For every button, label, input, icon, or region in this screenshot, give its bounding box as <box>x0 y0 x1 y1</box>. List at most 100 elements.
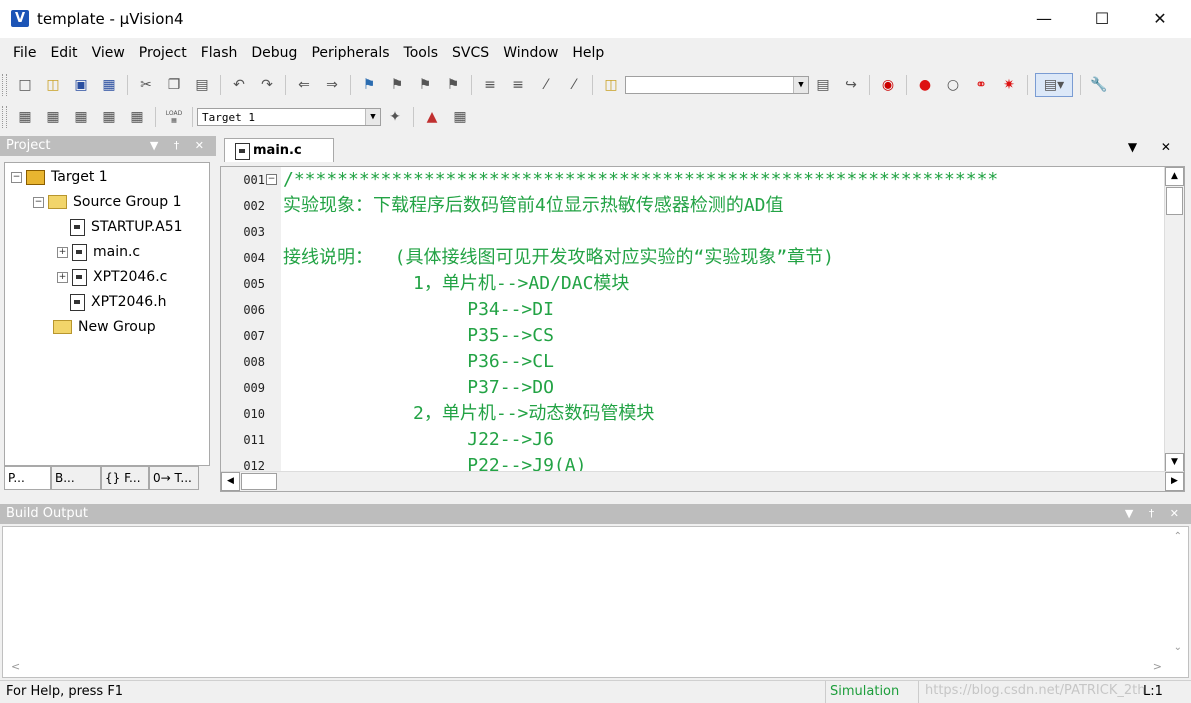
rebuild-icon[interactable]: ▦ <box>70 106 92 128</box>
kill-all-breakpoints-icon[interactable]: ✷ <box>998 74 1020 96</box>
menu-edit[interactable]: Edit <box>43 38 84 68</box>
code-line: 008 P36-->CL <box>221 349 1165 375</box>
tree-file-xpt2046c[interactable]: + XPT2046.c <box>57 266 167 288</box>
chevron-down-icon[interactable]: ▼ <box>365 109 380 125</box>
line-number: 009 <box>243 381 265 395</box>
nav-back-icon[interactable]: ⇐ <box>293 74 315 96</box>
status-cursor-position: L:1 <box>1143 684 1163 699</box>
uncomment-icon[interactable]: ⁄ <box>563 74 585 96</box>
open-folder-icon[interactable]: ◫ <box>42 74 64 96</box>
find-icon[interactable]: ▤ <box>812 74 834 96</box>
expand-icon[interactable]: + <box>57 246 68 258</box>
breakpoint-icon[interactable]: ● <box>914 74 936 96</box>
target-options-icon[interactable]: ✦ <box>384 106 406 128</box>
save-all-icon[interactable]: ▦ <box>98 74 120 96</box>
scroll-right-icon[interactable]: ▶ <box>1165 472 1184 491</box>
panel-controls[interactable]: ▼ † ✕ <box>150 136 210 156</box>
collapse-icon[interactable]: − <box>33 196 44 208</box>
status-help-text: For Help, press F1 <box>6 684 124 699</box>
paste-icon[interactable]: ▤ <box>191 74 213 96</box>
tree-target[interactable]: − Target 1 <box>11 166 108 188</box>
download-load-icon[interactable]: LOAD ▦ <box>163 106 185 128</box>
find-combo[interactable]: ▼ <box>625 76 809 94</box>
scroll-thumb[interactable] <box>1166 187 1183 215</box>
tab-main-c[interactable]: main.c <box>224 138 334 162</box>
toolbar-grip[interactable] <box>2 74 7 96</box>
find-in-files-icon[interactable]: ◫ <box>600 74 622 96</box>
scroll-up-icon[interactable]: ⌃ <box>1174 531 1182 542</box>
scroll-down-icon[interactable]: ▼ <box>1165 453 1184 472</box>
translate-icon[interactable]: ▦ <box>14 106 36 128</box>
menu-svcs[interactable]: SVCS <box>445 38 496 68</box>
tree-file-main[interactable]: + main.c <box>57 241 140 263</box>
scroll-right-icon[interactable]: > <box>1153 660 1162 673</box>
expand-icon[interactable]: + <box>57 271 68 283</box>
tab-functions[interactable]: {} F... <box>101 466 149 490</box>
tree-source-group[interactable]: − Source Group 1 <box>33 191 182 213</box>
maximize-button[interactable]: ☐ <box>1073 0 1131 38</box>
incremental-find-icon[interactable]: ↪ <box>840 74 862 96</box>
stop-build-icon[interactable]: ▦ <box>126 106 148 128</box>
save-icon[interactable]: ▣ <box>70 74 92 96</box>
bookmark-icon[interactable]: ⚑ <box>358 74 380 96</box>
editor-controls[interactable]: ▼ ✕ <box>1128 140 1181 154</box>
comment-icon[interactable]: ⁄ <box>535 74 557 96</box>
undo-icon[interactable]: ↶ <box>228 74 250 96</box>
vertical-scrollbar[interactable]: ▲ ▼ <box>1164 167 1184 472</box>
menu-window[interactable]: Window <box>496 38 565 68</box>
standard-toolbar: □ ◫ ▣ ▦ ✂ ❐ ▤ ↶ ↷ ⇐ ⇒ ⚑ ⚑ ⚑ ⚑ ≡ ≡ ⁄ ⁄ ◫ … <box>0 70 1191 100</box>
menu-file[interactable]: File <box>6 38 43 68</box>
tab-books[interactable]: B... <box>51 466 101 490</box>
menu-help[interactable]: Help <box>565 38 611 68</box>
manage-components-icon[interactable]: ▲ <box>421 106 443 128</box>
menu-tools[interactable]: Tools <box>397 38 446 68</box>
scroll-left-icon[interactable]: ◀ <box>221 472 240 491</box>
menu-flash[interactable]: Flash <box>194 38 245 68</box>
tree-file-startup[interactable]: STARTUP.A51 <box>70 216 183 238</box>
horizontal-scrollbar[interactable]: ◀ ▶ <box>221 471 1184 491</box>
code-editor[interactable]: 001 − /*********************************… <box>220 166 1185 492</box>
copy-icon[interactable]: ❐ <box>163 74 185 96</box>
build-icon[interactable]: ▦ <box>42 106 64 128</box>
scroll-left-icon[interactable]: < <box>11 660 20 673</box>
tree-file-xpt2046h[interactable]: XPT2046.h <box>70 291 167 313</box>
menu-peripherals[interactable]: Peripherals <box>304 38 396 68</box>
build-output-header: Build Output ▼ † ✕ <box>0 504 1191 524</box>
minimize-button[interactable]: — <box>1015 0 1073 38</box>
menu-view[interactable]: View <box>85 38 132 68</box>
disable-all-breakpoints-icon[interactable]: ⚭ <box>970 74 992 96</box>
scroll-up-icon[interactable]: ▲ <box>1165 167 1184 186</box>
redo-icon[interactable]: ↷ <box>256 74 278 96</box>
nav-forward-icon[interactable]: ⇒ <box>321 74 343 96</box>
configure-wrench-icon[interactable]: 🔧 <box>1088 74 1110 96</box>
prev-bookmark-icon[interactable]: ⚑ <box>386 74 408 96</box>
batch-build-icon[interactable]: ▦ <box>98 106 120 128</box>
new-file-icon[interactable]: □ <box>14 74 36 96</box>
code-line: 011 J22-->J6 <box>221 427 1165 453</box>
debug-session-icon[interactable]: ◉ <box>877 74 899 96</box>
toolbar-grip[interactable] <box>2 106 7 128</box>
line-number: 001 <box>243 173 265 187</box>
menu-debug[interactable]: Debug <box>244 38 304 68</box>
cut-icon[interactable]: ✂ <box>135 74 157 96</box>
tree-new-group[interactable]: New Group <box>53 316 156 338</box>
menu-project[interactable]: Project <box>132 38 194 68</box>
window-layout-icon[interactable]: ▤▾ <box>1035 73 1073 97</box>
panel-controls[interactable]: ▼ † ✕ <box>1125 504 1185 524</box>
close-button[interactable]: ✕ <box>1131 0 1189 38</box>
tab-project[interactable]: P... <box>4 466 51 490</box>
fold-collapse-icon[interactable]: − <box>266 174 277 185</box>
hscroll-thumb[interactable] <box>241 473 277 490</box>
next-bookmark-icon[interactable]: ⚑ <box>414 74 436 96</box>
chevron-down-icon[interactable]: ▼ <box>793 77 808 93</box>
build-output-text[interactable]: ⌃ ⌄ < > <box>2 526 1189 678</box>
tab-templates[interactable]: 0→ T... <box>149 466 199 490</box>
collapse-icon[interactable]: − <box>11 171 22 183</box>
scroll-down-icon[interactable]: ⌄ <box>1174 642 1182 653</box>
clear-bookmarks-icon[interactable]: ⚑ <box>442 74 464 96</box>
disable-breakpoint-icon[interactable]: ○ <box>942 74 964 96</box>
select-packs-icon[interactable]: ▦ <box>449 106 471 128</box>
unindent-icon[interactable]: ≡ <box>507 74 529 96</box>
indent-icon[interactable]: ≡ <box>479 74 501 96</box>
target-select[interactable]: Target 1 ▼ <box>197 108 381 126</box>
